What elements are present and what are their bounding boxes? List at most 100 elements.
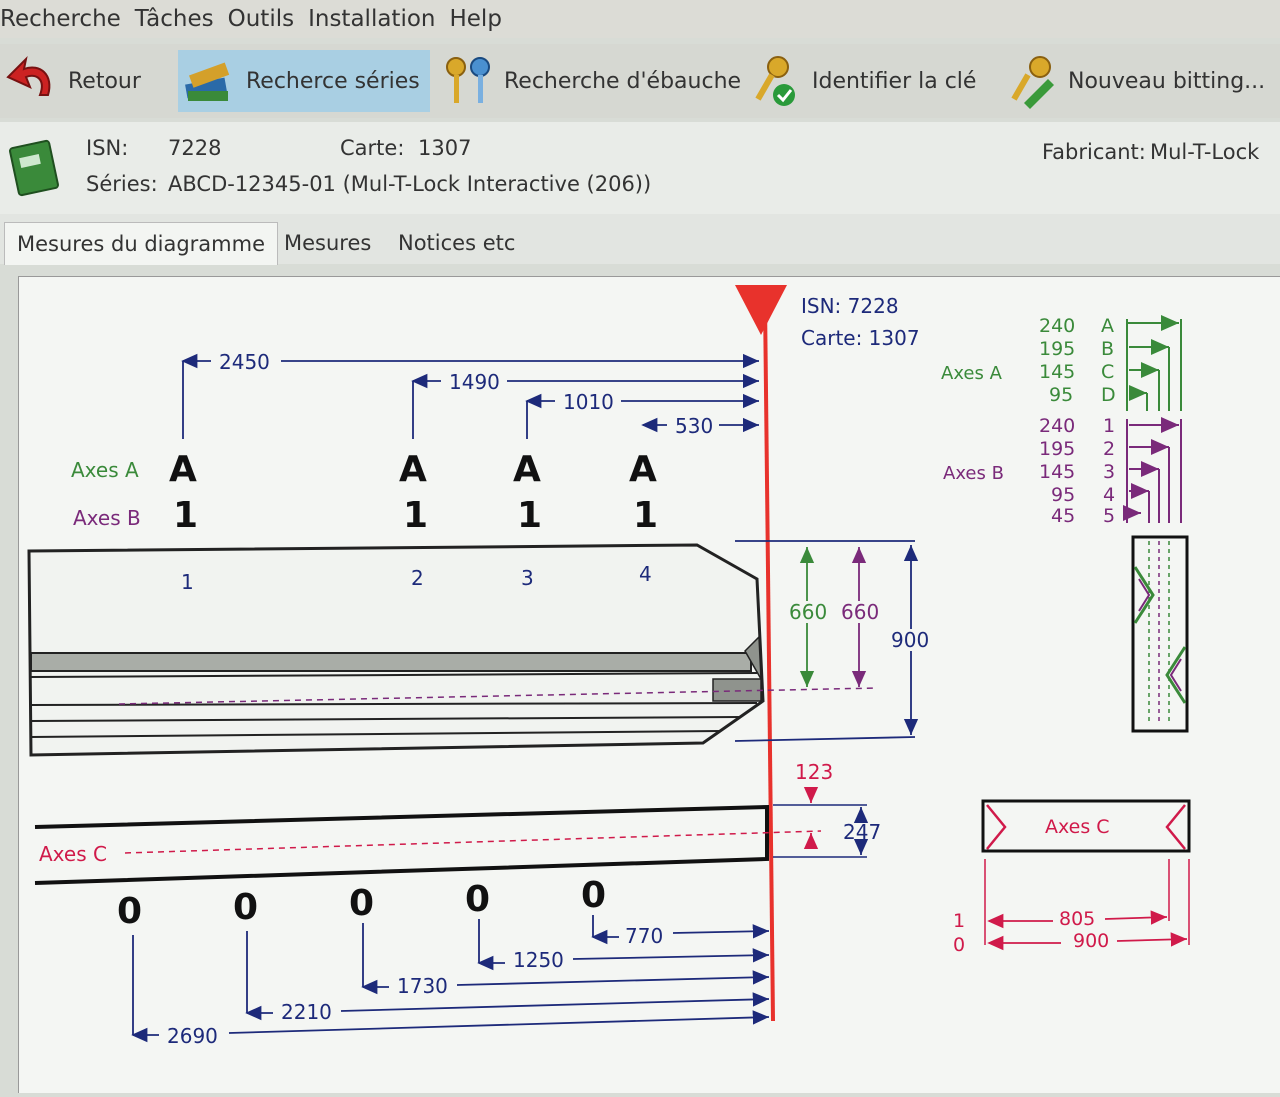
dim-1010: 1010 bbox=[563, 390, 614, 414]
isn-label: ISN: bbox=[86, 136, 129, 160]
tip-reference-line bbox=[763, 300, 775, 1022]
svg-text:240: 240 bbox=[1039, 315, 1075, 337]
legend-axes-a-lines bbox=[1126, 315, 1182, 411]
new-bitting-button[interactable]: Nouveau bitting... bbox=[1004, 50, 1265, 112]
menu-bar: Recherche Tâches Outils Installation Hel… bbox=[0, 0, 1280, 38]
cut-b-1: 1 bbox=[173, 495, 198, 536]
svg-text:95: 95 bbox=[1051, 484, 1075, 506]
cut-b-4: 1 bbox=[633, 495, 658, 536]
svg-text:B: B bbox=[1101, 338, 1114, 360]
diagram-isn: ISN: 7228 bbox=[801, 294, 899, 318]
svg-text:2: 2 bbox=[1103, 438, 1115, 460]
cut-c-3: 0 bbox=[349, 883, 374, 924]
dim-660-b: 660 bbox=[841, 600, 879, 624]
legend-axes-b-lines bbox=[1123, 417, 1182, 523]
position-2: 2 bbox=[411, 566, 424, 590]
svg-text:195: 195 bbox=[1039, 438, 1075, 460]
menu-help[interactable]: Help bbox=[449, 6, 501, 32]
axes-c-profile bbox=[34, 786, 869, 885]
svg-text:195: 195 bbox=[1039, 338, 1075, 360]
cut-b-2: 1 bbox=[403, 495, 428, 536]
card-value: 1307 bbox=[418, 136, 472, 160]
cut-a-1: A bbox=[169, 449, 197, 490]
keys-icon bbox=[446, 57, 490, 103]
identify-key-label: Identifier la clé bbox=[812, 68, 977, 94]
legend-c-900: 900 bbox=[1073, 930, 1109, 952]
series-search-label: Recherce séries bbox=[246, 68, 420, 94]
maker-label: Fabricant: bbox=[1042, 140, 1146, 164]
dim-660-a: 660 bbox=[789, 600, 827, 624]
new-bitting-label: Nouveau bitting... bbox=[1068, 68, 1266, 94]
dim-530: 530 bbox=[675, 414, 713, 438]
svg-text:C: C bbox=[1101, 361, 1114, 383]
card-label: Carte: bbox=[340, 136, 405, 160]
series-search-button[interactable]: Recherce séries bbox=[178, 50, 430, 112]
height-dimension-lines bbox=[734, 540, 919, 742]
blank-search-button[interactable]: Recherche d'ébauche bbox=[440, 50, 741, 112]
menu-taches[interactable]: Tâches bbox=[135, 6, 214, 32]
tab-notices[interactable]: Notices etc bbox=[386, 222, 527, 264]
menu-outils[interactable]: Outils bbox=[228, 6, 294, 32]
menu-recherche[interactable]: Recherche bbox=[0, 6, 121, 32]
key-info-header: ISN: 7228 Carte: 1307 Séries: ABCD-12345… bbox=[0, 122, 1280, 214]
books-icon bbox=[185, 62, 230, 101]
dim-1250: 1250 bbox=[513, 948, 564, 972]
legend-c-key-0: 0 bbox=[953, 934, 965, 956]
svg-text:4: 4 bbox=[1103, 484, 1115, 506]
maker-value: Mul-T-Lock bbox=[1150, 140, 1260, 164]
tab-bar: Mesures du diagramme Mesures Notices etc bbox=[0, 214, 1280, 265]
cut-b-3: 1 bbox=[517, 495, 542, 536]
back-label: Retour bbox=[68, 68, 141, 94]
dim-900: 900 bbox=[891, 628, 929, 652]
axes-a-label: Axes A bbox=[71, 458, 139, 482]
svg-text:45: 45 bbox=[1051, 505, 1075, 527]
key-diagram: ISN: 7228 Carte: 1307 2450 1490 1010 530… bbox=[27, 285, 1191, 1048]
blank-search-label: Recherche d'ébauche bbox=[504, 68, 742, 94]
back-button[interactable]: Retour bbox=[4, 50, 141, 112]
legend-axes-b: 240 1 195 2 145 3 95 4 45 5 bbox=[1039, 415, 1115, 527]
series-value: ABCD-12345-01 (Mul-T-Lock Interactive (2… bbox=[168, 172, 652, 196]
dim-2690: 2690 bbox=[167, 1024, 218, 1048]
cut-c-4: 0 bbox=[465, 879, 490, 920]
tab-measures[interactable]: Mesures bbox=[272, 222, 383, 264]
dim-123: 123 bbox=[795, 760, 833, 784]
svg-text:240: 240 bbox=[1039, 415, 1075, 437]
dim-247: 247 bbox=[843, 820, 881, 844]
svg-text:1: 1 bbox=[1103, 415, 1115, 437]
legend-c-805: 805 bbox=[1059, 908, 1095, 930]
svg-text:95: 95 bbox=[1049, 384, 1073, 406]
dim-2450: 2450 bbox=[219, 350, 270, 374]
cut-a-2: A bbox=[399, 449, 427, 490]
toolbar: Retour Recherce séries Recherche d'ébauc… bbox=[0, 44, 1280, 118]
svg-text:5: 5 bbox=[1103, 505, 1115, 527]
dim-770: 770 bbox=[625, 924, 663, 948]
axes-b-label: Axes B bbox=[73, 506, 141, 530]
series-label: Séries: bbox=[86, 172, 158, 196]
legend-axes-c-label: Axes C bbox=[1045, 816, 1110, 838]
cut-c-5: 0 bbox=[581, 875, 606, 916]
cut-c-1: 0 bbox=[117, 891, 142, 932]
dim-1730: 1730 bbox=[397, 974, 448, 998]
svg-text:D: D bbox=[1101, 384, 1116, 406]
dim-1490: 1490 bbox=[449, 370, 500, 394]
key-blade-profile bbox=[27, 543, 878, 757]
position-1: 1 bbox=[181, 570, 194, 594]
axes-c-label: Axes C bbox=[39, 842, 107, 866]
bottom-dimension-lines bbox=[131, 915, 770, 1043]
legend-axes-a: 240 A 195 B 145 C 95 D bbox=[1039, 315, 1116, 406]
key-cross-section bbox=[1131, 535, 1189, 733]
position-3: 3 bbox=[521, 566, 534, 590]
identify-key-button[interactable]: Identifier la clé bbox=[748, 50, 976, 112]
legend-axes-b-label: Axes B bbox=[943, 463, 1004, 484]
diagram-card: Carte: 1307 bbox=[801, 326, 920, 350]
key-pencil-icon bbox=[1011, 56, 1054, 109]
svg-text:145: 145 bbox=[1039, 361, 1075, 383]
cut-a-4: A bbox=[629, 449, 657, 490]
legend-axes-a-label: Axes A bbox=[941, 363, 1003, 384]
book-icon bbox=[9, 139, 59, 197]
tab-diagram-measures[interactable]: Mesures du diagramme bbox=[4, 222, 279, 265]
svg-text:145: 145 bbox=[1039, 461, 1075, 483]
cut-a-3: A bbox=[513, 449, 541, 490]
menu-installation[interactable]: Installation bbox=[308, 6, 435, 32]
cut-c-2: 0 bbox=[233, 887, 258, 928]
